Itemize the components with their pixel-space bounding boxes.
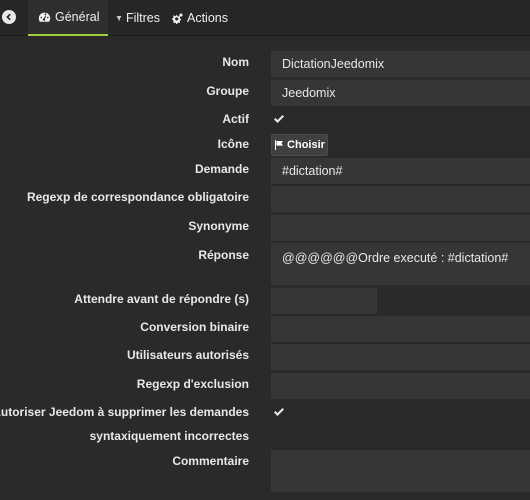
attendre-input[interactable] [271, 288, 377, 314]
synonyme-input[interactable] [271, 215, 530, 241]
autoriser-checkbox[interactable] [273, 406, 285, 418]
actif-checkbox[interactable] [273, 113, 285, 125]
icone-label: Icône [217, 137, 249, 151]
groupe-input[interactable]: Jeedomix [271, 80, 530, 106]
choose-icon-button[interactable]: Choisir [271, 134, 328, 156]
demande-label: Demande [194, 162, 249, 176]
checkmark-icon [274, 115, 284, 123]
conversion-label: Conversion binaire [140, 320, 249, 334]
cogs-icon [172, 12, 183, 24]
flag-icon [275, 140, 284, 150]
tab-filtres-label: Filtres [125, 11, 160, 25]
tab-filtres[interactable]: Filtres [110, 0, 166, 36]
attendre-label: Attendre avant de répondre (s) [74, 292, 249, 306]
synonyme-label: Synonyme [188, 219, 249, 233]
regexp-correspondance-label: Regexp de correspondance obligatoire [26, 190, 249, 204]
nom-label: Nom [222, 55, 249, 69]
choose-button-label: Choisir [287, 139, 325, 151]
actif-label: Actif [222, 112, 249, 126]
autoriser-label-line1: Autoriser Jeedom à supprimer les demande… [0, 405, 249, 419]
reponse-label: Réponse [198, 248, 249, 262]
checkmark-icon [274, 408, 284, 416]
groupe-label: Groupe [206, 84, 249, 98]
commentaire-label: Commentaire [172, 454, 249, 468]
nom-input[interactable]: DictationJeedomix [271, 51, 530, 77]
regexp-correspondance-input[interactable] [271, 186, 530, 212]
utilisateurs-label: Utilisateurs autorisés [126, 348, 249, 362]
tab-actions-label: Actions [187, 11, 228, 25]
reponse-textarea[interactable]: @@@@@@Ordre executé : #dictation# [271, 243, 530, 285]
demande-input[interactable]: #dictation# [271, 158, 530, 184]
utilisateurs-input[interactable] [271, 344, 530, 370]
filter-icon [116, 15, 122, 21]
back-arrow-icon[interactable] [2, 10, 16, 24]
regexp-exclusion-label: Regexp d'exclusion [136, 377, 249, 391]
dashboard-icon [38, 12, 51, 22]
commentaire-textarea[interactable] [271, 450, 530, 492]
autoriser-label-line2: syntaxiquement incorrectes [89, 429, 249, 443]
conversion-input[interactable] [271, 316, 530, 342]
tab-actions[interactable]: Actions [166, 0, 234, 36]
tab-bar: Général Filtres Actions [0, 0, 530, 36]
tab-general[interactable]: Général [28, 0, 108, 36]
regexp-exclusion-input[interactable] [271, 373, 530, 399]
tab-general-label: Général [55, 10, 100, 24]
